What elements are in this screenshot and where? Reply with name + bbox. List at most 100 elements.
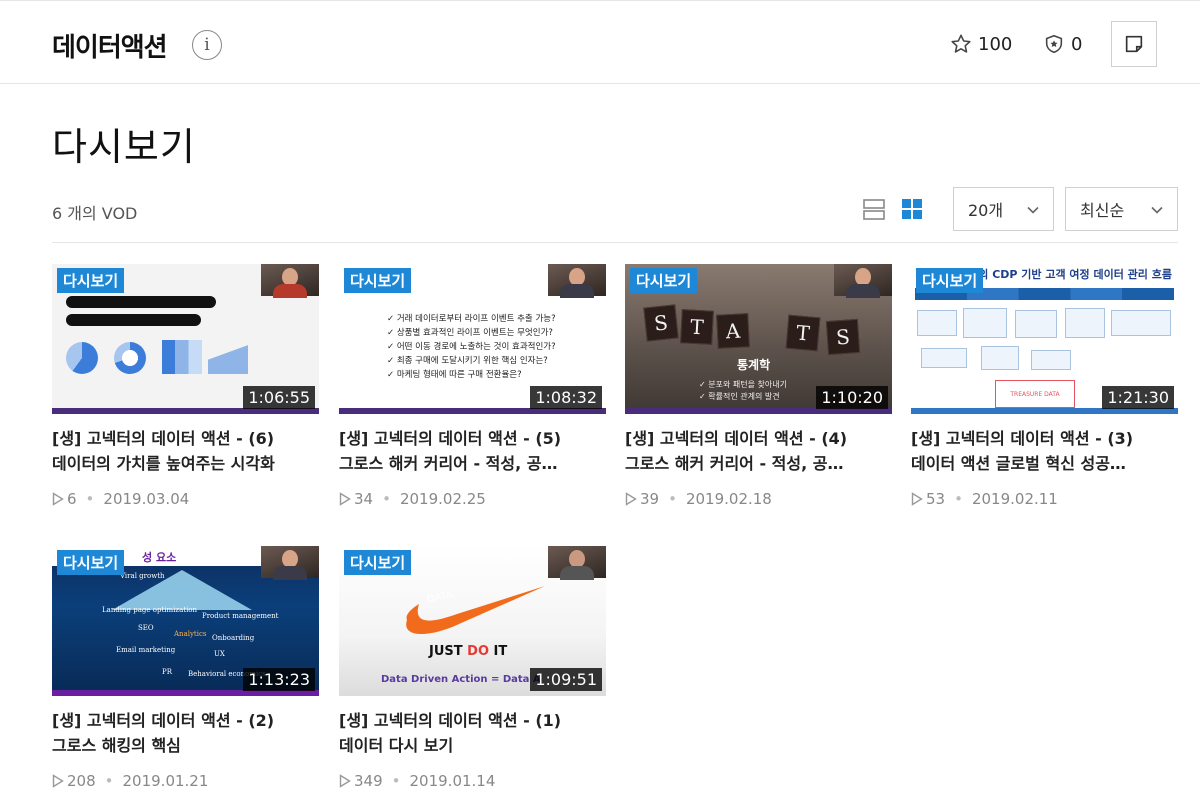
badge-count: 0 bbox=[1071, 33, 1083, 55]
vod-title[interactable]: [생] 고넥터의 데이터 액션 - (6) 데이터의 가치를 높여주는 시각화 bbox=[52, 426, 319, 476]
swoosh-logo bbox=[406, 586, 545, 635]
stats-tile: A bbox=[716, 313, 750, 349]
channel-name[interactable]: 데이터액션 bbox=[52, 27, 168, 64]
duration-label: 1:08:32 bbox=[530, 386, 602, 409]
vod-card[interactable]: DATA JUST DO IT Data Driven Action = Dat… bbox=[339, 546, 606, 790]
view-count: 39 bbox=[640, 490, 660, 508]
vod-card[interactable]: 성 요소 Viral growth Landing page optimizat… bbox=[52, 546, 319, 790]
thumb-word: Product management bbox=[202, 612, 279, 620]
shield-badge-icon bbox=[1045, 34, 1063, 54]
duration-label: 1:21:30 bbox=[1102, 386, 1174, 409]
stats-tile: S bbox=[643, 304, 679, 342]
thumb-line: ✓ 분포와 패턴을 찾아내기 bbox=[699, 380, 787, 389]
upload-date: 2019.03.04 bbox=[103, 490, 190, 508]
vod-thumbnail[interactable]: DATA JUST DO IT Data Driven Action = Dat… bbox=[339, 546, 606, 696]
replay-badge: 다시보기 bbox=[916, 268, 984, 293]
thumb-word: Landing page optimization bbox=[102, 606, 198, 614]
thumb-word: Analytics bbox=[174, 630, 207, 638]
per-page-select[interactable]: 20개 bbox=[953, 187, 1054, 231]
chevron-down-icon bbox=[1027, 206, 1039, 214]
stats-tile: T bbox=[680, 309, 714, 345]
star-icon bbox=[951, 34, 971, 53]
grid-view-button[interactable] bbox=[900, 197, 924, 225]
vod-meta: 349 • 2019.01.14 bbox=[339, 772, 606, 790]
vod-thumbnail[interactable]: S T A T S 통계학 ✓ 분포와 패턴을 찾아내기 ✓ 확률적인 관계의 … bbox=[625, 264, 892, 414]
vod-meta: 39 • 2019.02.18 bbox=[625, 490, 892, 508]
info-button[interactable]: i bbox=[192, 30, 222, 60]
view-count: 6 bbox=[67, 490, 77, 508]
play-icon bbox=[52, 492, 64, 506]
duration-label: 1:13:23 bbox=[243, 668, 315, 691]
duration-label: 1:10:20 bbox=[816, 386, 888, 409]
thumb-line: ✓ 확률적인 관계의 발견 bbox=[699, 392, 780, 401]
vod-title[interactable]: [생] 고넥터의 데이터 액션 - (5) 그로스 해커 커리어 - 적성, 공… bbox=[339, 426, 606, 476]
view-count: 349 bbox=[354, 772, 383, 790]
vod-thumbnail[interactable]: 성 요소 Viral growth Landing page optimizat… bbox=[52, 546, 319, 696]
thumb-word: Onboarding bbox=[212, 634, 255, 642]
thumb-line: ✓ 상품별 효과적인 라이프 이벤트는 무엇인가? bbox=[387, 328, 553, 338]
vod-count: 6 개의 VOD bbox=[52, 204, 138, 223]
grid-view-icon bbox=[902, 199, 922, 219]
list-view-button[interactable] bbox=[862, 197, 886, 225]
thumb-word: SEO bbox=[138, 624, 154, 632]
upload-date: 2019.01.21 bbox=[122, 772, 209, 790]
replay-badge: 다시보기 bbox=[57, 550, 125, 575]
replay-badge: 다시보기 bbox=[344, 550, 412, 575]
play-icon bbox=[52, 774, 64, 788]
thumb-logo: TREASURE DATA bbox=[995, 380, 1075, 408]
thumb-heading: 성 요소 bbox=[142, 551, 177, 564]
play-icon bbox=[625, 492, 637, 506]
view-count: 34 bbox=[354, 490, 374, 508]
thumb-caption: 통계학 bbox=[737, 358, 771, 372]
thumb-line: ✓ 마케팅 형태에 따른 구매 전환율은? bbox=[387, 370, 522, 380]
view-count: 208 bbox=[67, 772, 96, 790]
stats-tile: T bbox=[785, 314, 821, 352]
vod-title[interactable]: [생] 고넥터의 데이터 액션 - (4) 그로스 해커 커리어 - 적성, 공… bbox=[625, 426, 892, 476]
upload-date: 2019.01.14 bbox=[409, 772, 496, 790]
thumb-word: UX bbox=[214, 650, 225, 658]
vod-meta: 208 • 2019.01.21 bbox=[52, 772, 319, 790]
replay-badge: 다시보기 bbox=[57, 268, 125, 293]
star-stat[interactable]: 100 bbox=[950, 33, 1012, 55]
duration-label: 1:09:51 bbox=[530, 668, 602, 691]
play-icon bbox=[339, 492, 351, 506]
vod-title[interactable]: [생] 고넥터의 데이터 액션 - (1) 데이터 다시 보기 bbox=[339, 708, 606, 758]
sort-value: 최신순 bbox=[1080, 201, 1125, 220]
vod-meta: 34 • 2019.02.25 bbox=[339, 490, 606, 508]
replay-badge: 다시보기 bbox=[630, 268, 698, 293]
memo-button[interactable] bbox=[1111, 21, 1157, 67]
channel-header: 데이터액션 i 100 0 bbox=[0, 0, 1200, 84]
replay-badge: 다시보기 bbox=[344, 268, 412, 293]
thumb-line: ✓ 최종 구매에 도달시키기 위한 핵심 인자는? bbox=[387, 356, 548, 366]
sort-select[interactable]: 최신순 bbox=[1065, 187, 1178, 231]
thumb-footer-text: Data Driven Action = Data A bbox=[381, 674, 541, 685]
play-icon bbox=[911, 492, 923, 506]
vod-thumbnail[interactable]: 다시보기 1:06:55 bbox=[52, 264, 319, 414]
vod-meta: 53 • 2019.02.11 bbox=[911, 490, 1178, 508]
thumb-word: PR bbox=[162, 668, 172, 676]
vod-thumbnail[interactable]: VOM의 CDP 기반 고객 여정 데이터 관리 흐름 TREASURE DAT… bbox=[911, 264, 1178, 414]
note-icon bbox=[1125, 35, 1143, 53]
thumb-word: Viral growth bbox=[120, 572, 165, 580]
vod-meta: 6 • 2019.03.04 bbox=[52, 490, 319, 508]
chevron-down-icon bbox=[1151, 206, 1163, 214]
vod-thumbnail[interactable]: ✓ 거래 데이터로부터 라이프 이벤트 추출 가능? ✓ 상품별 효과적인 라이… bbox=[339, 264, 606, 414]
list-view-icon bbox=[863, 199, 885, 220]
star-count: 100 bbox=[978, 33, 1013, 55]
slogan: JUST DO IT bbox=[429, 644, 508, 659]
page-title: 다시보기 bbox=[52, 125, 196, 169]
vod-title[interactable]: [생] 고넥터의 데이터 액션 - (3) 데이터 액션 글로벌 혁신 성공… bbox=[911, 426, 1178, 476]
per-page-value: 20개 bbox=[968, 201, 1004, 220]
vod-title[interactable]: [생] 고넥터의 데이터 액션 - (2) 그로스 해킹의 핵심 bbox=[52, 708, 319, 758]
toolbar-divider bbox=[52, 242, 1178, 243]
upload-date: 2019.02.11 bbox=[971, 490, 1058, 508]
vod-card[interactable]: ✓ 거래 데이터로부터 라이프 이벤트 추출 가능? ✓ 상품별 효과적인 라이… bbox=[339, 264, 606, 508]
upload-date: 2019.02.25 bbox=[399, 490, 486, 508]
vod-card[interactable]: 다시보기 1:06:55 [생] 고넥터의 데이터 액션 - (6) 데이터의 … bbox=[52, 264, 319, 508]
vod-card[interactable]: VOM의 CDP 기반 고객 여정 데이터 관리 흐름 TREASURE DAT… bbox=[911, 264, 1178, 508]
vod-card[interactable]: S T A T S 통계학 ✓ 분포와 패턴을 찾아내기 ✓ 확률적인 관계의 … bbox=[625, 264, 892, 508]
play-icon bbox=[339, 774, 351, 788]
badge-stat[interactable]: 0 bbox=[1043, 33, 1082, 55]
stats-tile: S bbox=[825, 318, 861, 356]
upload-date: 2019.02.18 bbox=[685, 490, 772, 508]
